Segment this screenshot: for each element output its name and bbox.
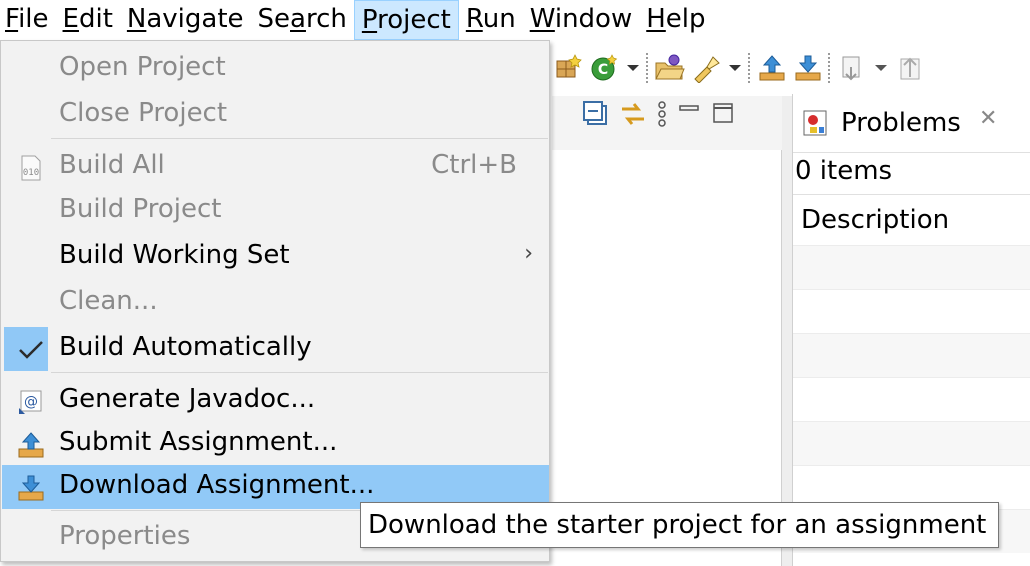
menu-search[interactable]: Search xyxy=(251,0,354,40)
menu-item-label: Download Assignment... xyxy=(59,470,375,500)
menu-item-label: Build All xyxy=(59,150,165,180)
search-dropdown[interactable] xyxy=(724,48,746,88)
menu-item-label: Close Project xyxy=(59,98,228,128)
menu-item-generate-javadoc[interactable]: @ Generate Javadoc... xyxy=(2,379,549,423)
project-menu-dropdown: Open Project Close Project 010 Build All… xyxy=(0,40,550,562)
menu-item-build-working-set[interactable]: Build Working Set › xyxy=(2,235,549,279)
svg-text:010: 010 xyxy=(23,168,39,178)
download-assignment-toolbar-button[interactable] xyxy=(790,48,826,88)
description-column-header[interactable]: Description xyxy=(793,194,1030,245)
menu-edit[interactable]: Edit xyxy=(56,0,120,40)
next-annotation-button[interactable] xyxy=(834,48,870,88)
table-row xyxy=(793,289,1030,333)
view-sash[interactable] xyxy=(782,96,792,566)
upload-tray-icon xyxy=(16,430,46,460)
problems-view: Problems ✕ 0 items Description xyxy=(792,94,1030,566)
menu-item-label: Submit Assignment... xyxy=(59,427,338,457)
table-row xyxy=(793,245,1030,289)
close-icon[interactable]: ✕ xyxy=(979,106,997,131)
new-package-button[interactable] xyxy=(550,48,586,88)
next-annotation-icon xyxy=(842,56,860,81)
chevron-down-icon xyxy=(627,65,639,71)
problems-tab[interactable]: Problems ✕ xyxy=(793,94,1030,153)
menu-item-build-all[interactable]: 010 Build All Ctrl+B xyxy=(2,145,549,189)
problems-item-count: 0 items xyxy=(795,156,893,186)
menu-item-submit-assignment[interactable]: Submit Assignment... xyxy=(2,422,549,466)
next-annotation-dropdown[interactable] xyxy=(870,48,892,88)
flashlight-icon xyxy=(694,56,720,83)
new-class-icon: C xyxy=(591,54,618,81)
search-button[interactable] xyxy=(688,48,724,88)
previous-annotation-button[interactable] xyxy=(892,48,928,88)
menu-separator xyxy=(51,372,548,373)
menu-window[interactable]: Window xyxy=(523,0,640,40)
submenu-arrow-icon: › xyxy=(524,241,533,266)
menu-help[interactable]: Help xyxy=(639,0,712,40)
table-row xyxy=(793,377,1030,421)
menu-item-open-project[interactable]: Open Project xyxy=(2,47,549,91)
link-with-editor-icon[interactable] xyxy=(618,100,648,128)
chevron-down-icon xyxy=(875,65,887,71)
menu-item-build-project[interactable]: Build Project xyxy=(2,189,549,233)
table-row xyxy=(793,421,1030,465)
collapse-all-icon[interactable] xyxy=(582,100,610,128)
explorer-view-header xyxy=(552,96,782,151)
menu-item-label: Properties xyxy=(59,521,191,551)
maximize-icon[interactable] xyxy=(710,100,736,128)
problems-icon xyxy=(803,110,827,136)
menu-item-clean[interactable]: Clean... xyxy=(2,281,549,325)
chevron-down-icon xyxy=(729,65,741,71)
previous-annotation-icon xyxy=(900,57,920,80)
download-assignment-tooltip: Download the starter project for an assi… xyxy=(360,502,999,548)
menu-item-build-automatically[interactable]: Build Automatically xyxy=(2,327,549,371)
menu-separator xyxy=(51,138,548,139)
open-type-button[interactable] xyxy=(652,48,688,88)
menu-bar: File Edit Navigate Search Project Run Wi… xyxy=(0,0,1030,40)
download-tray-icon xyxy=(16,473,46,503)
svg-text:C: C xyxy=(598,62,608,78)
javadoc-icon: @ xyxy=(16,387,46,417)
new-class-button[interactable]: C xyxy=(586,48,622,88)
menu-run[interactable]: Run xyxy=(459,0,523,40)
svg-text:@: @ xyxy=(24,394,38,410)
menu-navigate[interactable]: Navigate xyxy=(120,0,251,40)
toolbar-separator xyxy=(644,48,652,88)
toolbar-separator xyxy=(826,48,834,88)
menu-item-label: Open Project xyxy=(59,52,226,82)
main-toolbar: C xyxy=(550,44,1030,92)
menu-item-label: Build Project xyxy=(59,194,222,224)
new-class-dropdown[interactable] xyxy=(622,48,644,88)
new-package-icon xyxy=(556,54,582,78)
keyboard-shortcut: Ctrl+B xyxy=(431,150,517,180)
menu-file[interactable]: File xyxy=(0,0,56,40)
menu-item-label: Build Working Set xyxy=(59,240,290,270)
description-column-label: Description xyxy=(801,205,950,235)
menu-project[interactable]: Project xyxy=(353,0,459,40)
open-folder-icon xyxy=(655,54,685,80)
menu-item-label: Generate Javadoc... xyxy=(59,384,316,414)
view-menu-icon[interactable] xyxy=(656,100,668,128)
toolbar-separator xyxy=(746,48,754,88)
download-tray-icon xyxy=(795,55,821,81)
submit-assignment-toolbar-button[interactable] xyxy=(754,48,790,88)
upload-tray-icon xyxy=(759,55,785,81)
table-row xyxy=(793,333,1030,377)
binary-file-icon: 010 xyxy=(16,153,46,183)
menu-item-label: Clean... xyxy=(59,286,158,316)
minimize-icon[interactable] xyxy=(676,100,702,128)
menu-item-close-project[interactable]: Close Project xyxy=(2,93,549,137)
menu-item-label: Build Automatically xyxy=(59,332,312,362)
checkmark-icon xyxy=(16,335,46,365)
problems-tab-title: Problems xyxy=(841,108,961,138)
